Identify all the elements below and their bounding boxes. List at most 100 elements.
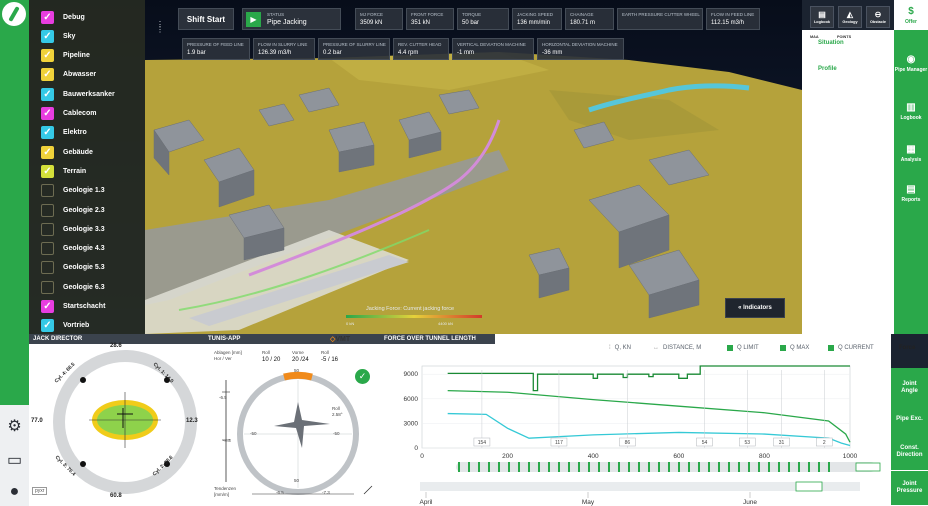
nav-analysis[interactable]: ▦ Analysis — [894, 134, 928, 172]
layer-toggle[interactable]: ✓ Sky — [41, 29, 75, 43]
layer-label: Geologie 6.3 — [63, 283, 105, 291]
play-icon: ▶ — [246, 12, 261, 27]
chip-earth-pressure: Earth Pressure Cutter Wheel — [617, 8, 703, 30]
layer-label: Geologie 3.3 — [63, 225, 105, 233]
ruler-b-value: -4.3 — [223, 438, 231, 443]
profile-link[interactable]: Profile — [818, 66, 837, 72]
situation-link[interactable]: Situation — [818, 40, 844, 46]
indicators-button[interactable]: « Indicators — [725, 298, 785, 318]
pipe-segment — [678, 462, 680, 472]
layer-toggle[interactable]: ✓ Abwasser — [41, 68, 96, 82]
pipe-segment — [688, 462, 690, 472]
layer-toggle[interactable]: ✓ Debug — [41, 10, 85, 24]
layer-checkbox[interactable]: ✓ — [41, 300, 54, 313]
layer-toggle[interactable]: Geologie 4.3 — [41, 242, 105, 256]
legend-q-current[interactable]: Q CURRENT — [828, 345, 874, 351]
chip-flow-slurry-line: Flow in Slurry Line 126.39 m3/h — [253, 38, 315, 60]
vmt-logo: ◇VMT — [330, 336, 351, 343]
layer-label: Sky — [63, 32, 76, 40]
layer-checkbox[interactable]: ✓ — [41, 68, 54, 82]
layer-toggle[interactable]: ✓ Startschacht — [41, 300, 105, 314]
shift-start-button[interactable]: Shift Start — [178, 8, 234, 30]
y-tick-label: 0 — [414, 445, 418, 452]
x-tick-label: 200 — [502, 453, 513, 460]
chip-jacking-speed: Jacking Speed 136 mm/min — [512, 8, 562, 30]
roll-readout-value: 2.58° — [332, 412, 343, 417]
keyboard-icon[interactable]: ▭ — [3, 449, 26, 471]
pipe-segment — [808, 462, 810, 472]
layer-checkbox[interactable]: ✓ — [41, 10, 54, 24]
layer-toggle[interactable]: ✓ Elektro — [41, 126, 87, 140]
layer-label: Pipeline — [63, 52, 90, 60]
x-tick-label: 0 — [420, 453, 424, 460]
right-navigation: $ Offer ◉ Pipe Manager ▥ Logbook ▦ Analysis … — [894, 0, 928, 334]
layer-checkbox[interactable]: ✓ — [41, 126, 54, 140]
layer-toggle[interactable]: Geologie 6.3 — [41, 280, 105, 294]
layer-label: Geologie 5.3 — [63, 264, 105, 272]
layer-toggle[interactable]: ✓ Terrain — [41, 164, 86, 178]
layer-checkbox[interactable] — [41, 203, 54, 217]
pipe-segment — [608, 462, 610, 472]
pipe-segment — [658, 462, 660, 472]
pipe-segment — [538, 462, 540, 472]
month-slider-track — [420, 482, 860, 491]
y-tick-label: 9000 — [404, 371, 419, 378]
tab-points[interactable]: POINTS — [837, 35, 851, 39]
layer-checkbox[interactable]: ✓ — [41, 164, 54, 178]
layer-checkbox[interactable]: ✓ — [41, 29, 54, 43]
mountain-icon: ◭ — [846, 10, 854, 19]
layer-checkbox[interactable] — [41, 222, 54, 236]
layer-checkbox[interactable]: ✓ — [41, 49, 54, 63]
jd-right-value: 12.3 — [186, 418, 198, 424]
layer-checkbox[interactable]: ✓ — [41, 107, 54, 120]
more-options-icon[interactable]: ⋮ ⋮ — [155, 21, 165, 42]
legend-distance[interactable]: ↔ DISTANCE, M — [653, 345, 701, 351]
legend-q-max[interactable]: Q MAX — [780, 345, 809, 351]
jd-left-value: 77.0 — [31, 418, 43, 424]
month-label: May — [582, 499, 595, 506]
roll-readout-label: Roll — [332, 406, 340, 411]
layer-toggle[interactable]: ✓ Bauwerksanker — [41, 87, 115, 101]
layer-label: Cablecom — [63, 110, 97, 117]
layer-toggle[interactable]: Geologie 1.3 — [41, 184, 105, 198]
layer-toggle[interactable]: Geologie 3.3 — [41, 222, 105, 236]
layer-checkbox[interactable] — [41, 280, 54, 294]
pipe-segment — [768, 462, 770, 472]
joint-pressure-button[interactable]: Joint Pressure — [891, 471, 928, 506]
tab-maa[interactable]: MAA — [810, 35, 819, 39]
logbook-tool-button[interactable]: ▤ Logbook — [810, 6, 834, 28]
legend-q-limit[interactable]: Q LIMIT — [727, 345, 759, 351]
pipe-segment — [758, 462, 760, 472]
nav-logbook[interactable]: ▥ Logbook — [894, 92, 928, 130]
x-tick-label: 400 — [588, 453, 599, 460]
layer-checkbox[interactable] — [41, 184, 54, 198]
geology-tool-button[interactable]: ◭ Geology — [838, 6, 862, 28]
nav-reports[interactable]: ▤ Reports — [894, 174, 928, 212]
pipe-segment — [558, 462, 560, 472]
offer-button[interactable]: $ Offer — [894, 0, 928, 30]
jack-director-dial — [53, 350, 197, 494]
chip-horizontal-deviation: Horizontal Deviation Machine -36 mm — [537, 38, 624, 60]
layer-toggle[interactable]: ✓ Gebäude — [41, 145, 93, 159]
layer-checkbox[interactable] — [41, 261, 54, 275]
tab-force[interactable]: Force — [899, 345, 915, 351]
layer-toggle[interactable]: Geologie 2.3 — [41, 203, 105, 217]
jacking-force-min: 0 kN — [346, 321, 355, 326]
layer-checkbox[interactable]: ✓ — [41, 87, 54, 101]
pipe-segment — [508, 462, 510, 472]
layer-toggle[interactable]: Geologie 5.3 — [41, 261, 105, 275]
gear-icon[interactable]: ⚙ — [3, 415, 26, 437]
layer-label: Geologie 1.3 — [63, 187, 105, 195]
layer-checkbox[interactable] — [41, 242, 54, 256]
user-icon[interactable]: ● — [3, 481, 26, 503]
obstacle-tool-button[interactable]: ⊖ Obstacle — [866, 6, 890, 28]
layer-checkbox[interactable]: ✓ — [41, 319, 54, 333]
legend-q-kn[interactable]: ⁞ Q, KN — [609, 345, 631, 351]
app-logo — [2, 2, 26, 26]
layer-toggle[interactable]: ✓ Pipeline — [41, 49, 90, 63]
const-direction-button[interactable]: Const. Direction — [891, 433, 928, 471]
layer-checkbox[interactable]: ✓ — [41, 145, 54, 159]
layer-toggle[interactable]: ✓ Vortrieb — [41, 319, 89, 333]
layer-toggle[interactable]: ✓ Cablecom — [41, 107, 96, 121]
nav-pipe-manager[interactable]: ◉ Pipe Manager — [894, 44, 928, 82]
